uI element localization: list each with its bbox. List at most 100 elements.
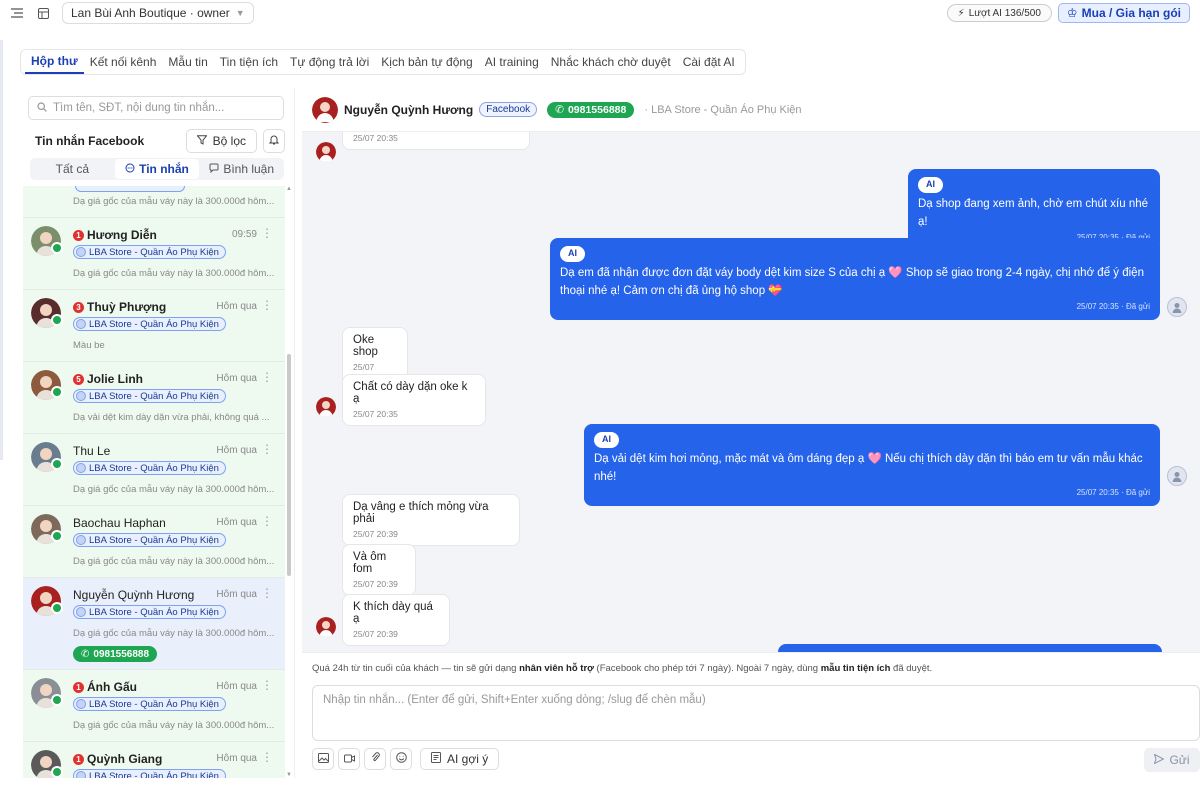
tab-7[interactable]: Nhắc khách chờ duyệt bbox=[545, 50, 677, 74]
tab-8[interactable]: Cài đặt AI bbox=[677, 50, 741, 74]
outgoing-ai-message[interactable]: AI Dạ em đã nhận được đơn đặt váy body dệ… bbox=[550, 238, 1160, 320]
messaging-window-notice: Quá 24h từ tin cuối của khách — tin sẽ g… bbox=[312, 663, 932, 674]
filter-label: Bộ lọc bbox=[212, 134, 246, 148]
store-pill-label: LBA Store - Quần Áo Phụ Kiện bbox=[89, 606, 219, 618]
notice-text-c: (Facebook cho phép tới 7 ngày). Ngoài 7 … bbox=[593, 663, 821, 674]
conversation-name: Hương Diễn bbox=[87, 228, 157, 242]
conversation-item[interactable]: 5 Jolie Linh Hôm qua ⋮ LBA Store - Quần Áo P… bbox=[23, 362, 285, 434]
tab-3[interactable]: Tin tiện ích bbox=[214, 50, 284, 74]
phone-badge[interactable]: ✆ 0981556888 bbox=[73, 646, 158, 662]
message-thread[interactable]: 25/07 20:35 AI Dạ shop đang xem ảnh, chờ e… bbox=[302, 132, 1200, 652]
incoming-message[interactable]: Dạ vâng e thích mỏng vừa phải 25/07 20:39 bbox=[342, 494, 520, 546]
conversation-item[interactable]: Nguyễn Quỳnh Hương Hôm qua ⋮ LBA Store - Qu… bbox=[23, 578, 285, 670]
conversation-item-partial[interactable]: Dạ giá gốc của mẫu váy này là 300.000đ h… bbox=[23, 186, 285, 218]
incoming-message[interactable]: 25/07 20:35 bbox=[342, 132, 530, 150]
more-options-icon[interactable]: ⋮ bbox=[261, 586, 273, 600]
incoming-message[interactable]: Và ôm fom 25/07 20:39 bbox=[342, 544, 416, 596]
phone-icon: ✆ bbox=[81, 648, 90, 660]
scroll-up-arrow-icon[interactable]: ▲ bbox=[286, 186, 292, 192]
subtab-all[interactable]: Tất cả bbox=[30, 159, 115, 179]
more-options-icon[interactable]: ⋮ bbox=[261, 298, 273, 312]
tab-5[interactable]: Kịch bản tự động bbox=[375, 50, 478, 74]
outgoing-ai-message[interactable]: AI Dạ vải dệt kim hơi mỏng, mặc mát và ôm… bbox=[584, 424, 1160, 506]
conversation-preview: Dạ giá gốc của mẫu váy này là 300.000đ h… bbox=[73, 268, 275, 279]
messenger-badge-icon bbox=[51, 314, 63, 326]
notice-text-e: đã duyệt. bbox=[890, 663, 933, 674]
subtab-all-label: Tất cả bbox=[55, 162, 90, 176]
ai-suggest-label: AI gợi ý bbox=[447, 752, 489, 766]
tab-4[interactable]: Tự động trả lời bbox=[284, 50, 375, 74]
ai-tag: AI bbox=[594, 432, 619, 448]
conversation-item[interactable]: 3 Thuỳ Phượng Hôm qua ⋮ LBA Store - Quần Áo … bbox=[23, 290, 285, 362]
conversation-item[interactable]: 1 Hương Diễn 09:59 ⋮ LBA Store - Quần Áo Phụ… bbox=[23, 218, 285, 290]
store-pill: LBA Store - Quần Áo Phụ Kiện bbox=[73, 245, 226, 259]
scroll-down-arrow-icon[interactable]: ▼ bbox=[286, 772, 292, 778]
messenger-badge-icon bbox=[51, 242, 63, 254]
send-label: Gửi bbox=[1169, 753, 1190, 767]
video-icon bbox=[343, 752, 355, 766]
notice-text-d: mẫu tin tiện ích bbox=[820, 663, 891, 674]
attach-video-button[interactable] bbox=[338, 748, 360, 770]
tab-1[interactable]: Kết nối kênh bbox=[84, 50, 163, 74]
more-options-icon[interactable]: ⋮ bbox=[261, 750, 273, 764]
search-input[interactable]: Tìm tên, SĐT, nội dung tin nhắn... bbox=[28, 96, 284, 120]
message-time: 25/07 20:35 bbox=[353, 133, 398, 143]
ai-suggest-button[interactable]: AI gợi ý bbox=[420, 748, 500, 770]
send-button[interactable]: Gửi bbox=[1144, 748, 1200, 772]
store-pill-label: LBA Store - Quần Áo Phụ Kiện bbox=[89, 318, 219, 330]
chat-bubble-icon bbox=[125, 162, 135, 176]
more-options-icon[interactable]: ⋮ bbox=[261, 442, 273, 456]
conversation-item[interactable]: 1 Ánh Gấu Hôm qua ⋮ LBA Store - Quần Áo Phụ … bbox=[23, 670, 285, 742]
conversation-name: Thuỳ Phượng bbox=[87, 300, 167, 314]
message-time: 25/07 20:39 bbox=[353, 529, 398, 539]
contact-phone: 0981556888 bbox=[567, 103, 627, 116]
filter-button[interactable]: Bộ lọc bbox=[185, 129, 257, 153]
more-options-icon[interactable]: ⋮ bbox=[261, 370, 273, 384]
store-logo-icon bbox=[76, 319, 86, 329]
attach-file-button[interactable] bbox=[364, 748, 386, 770]
contact-phone-badge[interactable]: ✆ 0981556888 bbox=[547, 101, 635, 118]
tab-6[interactable]: AI training bbox=[479, 50, 545, 74]
conversation-item[interactable]: Baochau Haphan Hôm qua ⋮ LBA Store - Quần Á… bbox=[23, 506, 285, 578]
conversation-scrollbar[interactable]: ▲ ▼ bbox=[286, 186, 292, 778]
notification-button[interactable] bbox=[263, 129, 285, 153]
messenger-badge-icon bbox=[51, 602, 63, 614]
conversation-item[interactable]: Thu Le Hôm qua ⋮ LBA Store - Quần Áo Phụ Ki… bbox=[23, 434, 285, 506]
chat-header: Nguyễn Quỳnh Hương Facebook ✆ 0981556888… bbox=[302, 88, 1200, 132]
agent-avatar-icon bbox=[1167, 297, 1187, 317]
subtab-comments[interactable]: Bình luận bbox=[199, 159, 284, 179]
more-options-icon[interactable]: ⋮ bbox=[261, 226, 273, 240]
conversation-time: Hôm qua bbox=[216, 517, 257, 528]
store-pill-partial bbox=[75, 186, 185, 192]
conversation-type-tabs: Tất cả Tin nhắn Bình luận bbox=[30, 158, 284, 180]
more-options-icon[interactable]: ⋮ bbox=[261, 678, 273, 692]
layout-icon[interactable] bbox=[36, 6, 50, 20]
contact-avatar[interactable] bbox=[312, 96, 338, 123]
conversation-time: Hôm qua bbox=[216, 445, 257, 456]
more-options-icon[interactable]: ⋮ bbox=[261, 514, 273, 528]
outgoing-ai-message-partial[interactable] bbox=[778, 644, 1162, 652]
incoming-message[interactable]: K thích dày quá ạ 25/07 20:39 bbox=[342, 594, 450, 646]
notice-text-b: nhân viên hỗ trợ bbox=[519, 663, 594, 674]
conversation-preview: Dạ giá gốc của mẫu váy này là 300.000đ h… bbox=[73, 556, 275, 567]
message-text: Oke shop bbox=[353, 334, 378, 358]
conversation-name: Thu Le bbox=[73, 444, 111, 458]
conversation-name: Jolie Linh bbox=[87, 372, 144, 386]
subtab-messages[interactable]: Tin nhắn bbox=[114, 159, 200, 179]
ai-tag: AI bbox=[560, 246, 585, 262]
section-header: Tin nhắn Facebook Bộ lọc bbox=[35, 128, 285, 154]
tab-2[interactable]: Mẫu tin bbox=[162, 50, 213, 74]
attach-image-button[interactable] bbox=[312, 748, 334, 770]
scrollbar-thumb[interactable] bbox=[287, 354, 291, 576]
message-input[interactable]: Nhập tin nhắn... (Enter để gửi, Shift+En… bbox=[312, 685, 1200, 741]
store-logo-icon bbox=[76, 607, 86, 617]
store-selector[interactable]: Lan Bùi Anh Boutique · owner ▼ bbox=[62, 2, 254, 24]
buy-plan-button[interactable]: ♔ Mua / Gia hạn gói bbox=[1057, 3, 1190, 23]
conversation-item[interactable]: 1 Quỳnh Giang Hôm qua ⋮ LBA Store - Quần Áo … bbox=[23, 742, 285, 778]
emoji-button[interactable] bbox=[390, 748, 412, 770]
incoming-message[interactable]: Chất có dày dặn oke k ạ 25/07 20:35 bbox=[342, 374, 486, 426]
tab-0[interactable]: Hộp thư bbox=[25, 50, 84, 74]
menu-icon[interactable] bbox=[10, 6, 24, 20]
message-time: 25/07 20:39 bbox=[353, 629, 398, 639]
store-pill-label: LBA Store - Quần Áo Phụ Kiện bbox=[89, 390, 219, 402]
